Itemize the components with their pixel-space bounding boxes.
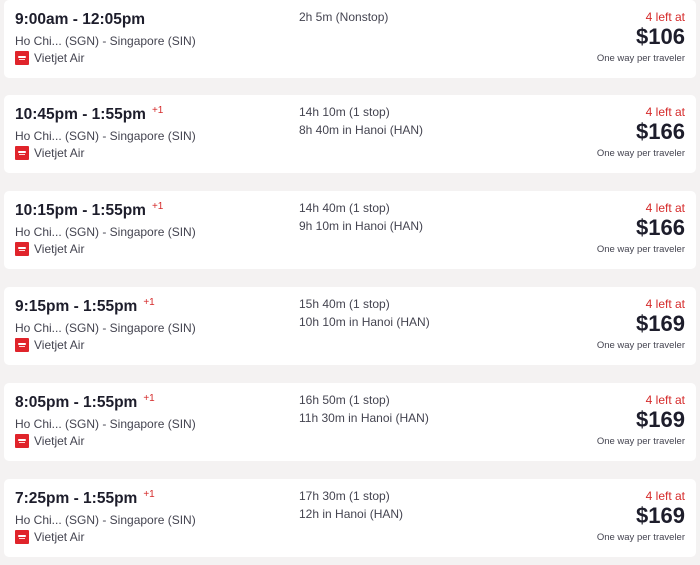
flight-price: $169 [636,311,685,336]
day-offset: +1 [143,393,155,404]
flight-duration: 14h 10m (1 stop) [299,105,390,119]
seats-left: 4 left at [645,393,685,407]
airline-info: Vietjet Air [15,50,84,66]
layover-info: 8h 40m in Hanoi (HAN) [299,123,424,137]
airline-name: Vietjet Air [34,146,85,160]
flight-duration: 17h 30m (1 stop) [299,489,390,503]
departure-arrival-times: 9:00am - 12:05pm [15,11,146,28]
seats-left: 4 left at [645,105,685,119]
layover-info: 12h in Hanoi (HAN) [299,507,404,521]
flight-times: 9:15pm - 1:55pm +1 [15,297,155,316]
airline-info: Vietjet Air [15,337,84,353]
vietjet-logo-icon [15,146,29,160]
flight-route: Ho Chi... (SGN) - Singapore (SIN) [15,321,196,335]
flight-card[interactable]: 7:25pm - 1:55pm +1 Ho Chi... (SGN) - Sing… [4,479,696,557]
vietjet-logo-icon [15,242,29,256]
flight-price: $166 [636,119,685,144]
flight-price: $169 [636,503,685,528]
flight-times: 10:15pm - 1:55pm +1 [15,201,163,220]
flight-card[interactable]: 9:00am - 12:05pm Ho Chi... (SGN) - Singa… [4,0,696,78]
flight-card[interactable]: 9:15pm - 1:55pm +1 Ho Chi... (SGN) - Sing… [4,287,696,365]
departure-arrival-times: 9:15pm - 1:55pm [15,298,138,315]
flight-route: Ho Chi... (SGN) - Singapore (SIN) [15,225,196,239]
vietjet-logo-icon [15,434,29,448]
flight-duration: 15h 40m (1 stop) [299,297,390,311]
flight-times: 8:05pm - 1:55pm +1 [15,393,155,412]
price-basis: One way per traveler [596,148,685,159]
flight-duration: 14h 40m (1 stop) [299,201,390,215]
seats-left: 4 left at [645,297,685,311]
flight-price: $106 [636,24,685,49]
flight-card[interactable]: 10:15pm - 1:55pm +1 Ho Chi... (SGN) - Sin… [4,191,696,269]
price-basis: One way per traveler [596,53,685,64]
airline-name: Vietjet Air [34,530,85,544]
flight-times: 10:45pm - 1:55pm +1 [15,105,163,124]
layover-info: 11h 30m in Hanoi (HAN) [299,411,429,425]
departure-arrival-times: 7:25pm - 1:55pm [15,490,138,507]
airline-name: Vietjet Air [34,338,85,352]
airline-name: Vietjet Air [34,434,85,448]
flight-card[interactable]: 10:45pm - 1:55pm +1 Ho Chi... (SGN) - Sin… [4,95,696,173]
airline-info: Vietjet Air [15,241,84,257]
flight-duration: 2h 5m (Nonstop) [299,10,389,24]
airline-info: Vietjet Air [15,529,84,545]
flight-route: Ho Chi... (SGN) - Singapore (SIN) [15,417,196,431]
day-offset: +1 [143,297,155,308]
price-basis: One way per traveler [596,340,685,351]
seats-left: 4 left at [645,489,685,503]
flight-times: 7:25pm - 1:55pm +1 [15,489,155,508]
flight-card[interactable]: 8:05pm - 1:55pm +1 Ho Chi... (SGN) - Sing… [4,383,696,461]
price-basis: One way per traveler [596,532,685,543]
flight-times: 9:00am - 12:05pm [15,10,151,29]
day-offset: +1 [143,489,155,500]
airline-info: Vietjet Air [15,433,84,449]
flight-price: $169 [636,407,685,432]
flight-route: Ho Chi... (SGN) - Singapore (SIN) [15,34,196,48]
flight-duration: 16h 50m (1 stop) [299,393,390,407]
day-offset: +1 [151,105,164,116]
day-offset: +1 [151,201,164,212]
airline-name: Vietjet Air [34,51,85,65]
layover-info: 10h 10m in Hanoi (HAN) [299,315,430,329]
layover-info: 9h 10m in Hanoi (HAN) [299,219,424,233]
flight-price: $166 [636,215,685,240]
flight-route: Ho Chi... (SGN) - Singapore (SIN) [15,129,196,143]
vietjet-logo-icon [15,530,29,544]
airline-info: Vietjet Air [15,145,84,161]
vietjet-logo-icon [15,338,29,352]
seats-left: 4 left at [645,10,685,24]
departure-arrival-times: 8:05pm - 1:55pm [15,394,138,411]
price-basis: One way per traveler [596,436,685,447]
flight-route: Ho Chi... (SGN) - Singapore (SIN) [15,513,196,527]
price-basis: One way per traveler [596,244,685,255]
vietjet-logo-icon [15,51,29,65]
departure-arrival-times: 10:15pm - 1:55pm [15,202,146,219]
departure-arrival-times: 10:45pm - 1:55pm [15,106,146,123]
seats-left: 4 left at [645,201,685,215]
airline-name: Vietjet Air [34,242,85,256]
